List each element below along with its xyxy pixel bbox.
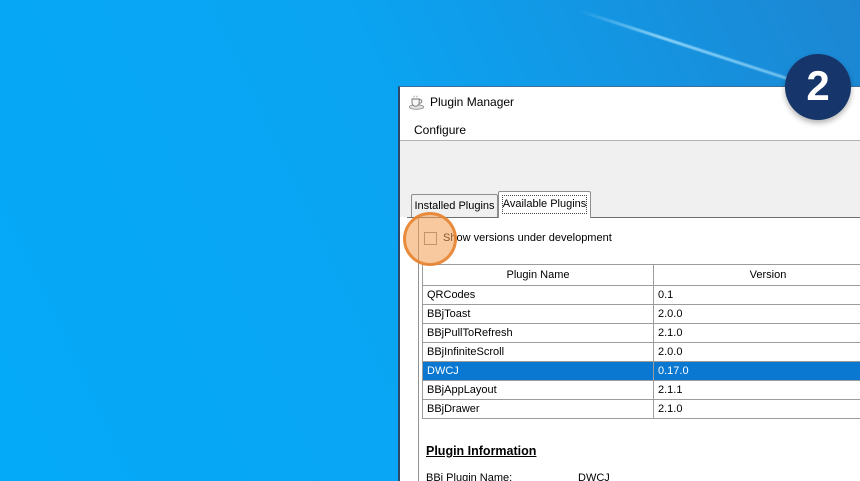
cell-version[interactable]: 2.1.0 <box>654 324 860 343</box>
plugin-name-field-value: DWCJ <box>578 472 610 481</box>
column-header-version[interactable]: Version <box>654 265 860 286</box>
cell-plugin-name[interactable]: QRCodes <box>423 286 654 305</box>
cell-plugin-name[interactable]: DWCJ <box>423 362 654 381</box>
table-header-row: Plugin Name Version <box>423 265 860 286</box>
cell-plugin-name[interactable]: BBjToast <box>423 305 654 324</box>
plugin-name-field-label: BBj Plugin Name: <box>426 472 512 481</box>
table-row[interactable]: BBjDrawer 2.1.0 <box>423 400 860 419</box>
desktop-background: Plugin Manager Configure Installed Plugi… <box>0 0 860 481</box>
window-title: Plugin Manager <box>430 95 514 109</box>
cell-plugin-name[interactable]: BBjInfiniteScroll <box>423 343 654 362</box>
table-row[interactable]: QRCodes 0.1 <box>423 286 860 305</box>
cell-plugin-name[interactable]: BBjDrawer <box>423 400 654 419</box>
tab-available-plugins-label: Available Plugins <box>503 198 587 210</box>
tab-pane-border-top <box>407 217 860 218</box>
tutorial-highlight-circle <box>403 212 457 266</box>
cell-version[interactable]: 2.0.0 <box>654 343 860 362</box>
plugin-manager-window: Plugin Manager Configure Installed Plugi… <box>398 86 860 481</box>
cell-version[interactable]: 2.0.0 <box>654 305 860 324</box>
table-row[interactable]: BBjInfiniteScroll 2.0.0 <box>423 343 860 362</box>
menu-configure[interactable]: Configure <box>411 122 469 138</box>
table-row[interactable]: BBjPullToRefresh 2.1.0 <box>423 324 860 343</box>
plugin-information-heading: Plugin Information <box>426 444 536 458</box>
tab-available-plugins[interactable]: Available Plugins <box>498 191 591 218</box>
table-row-selected[interactable]: DWCJ 0.17.0 <box>423 362 860 381</box>
cell-version[interactable]: 0.17.0 <box>654 362 860 381</box>
step-number-badge: 2 <box>785 54 851 120</box>
menu-bar: Configure <box>400 117 860 140</box>
cell-plugin-name[interactable]: BBjAppLayout <box>423 381 654 400</box>
cell-plugin-name[interactable]: BBjPullToRefresh <box>423 324 654 343</box>
table-row[interactable]: BBjAppLayout 2.1.1 <box>423 381 860 400</box>
cell-version[interactable]: 2.1.1 <box>654 381 860 400</box>
show-versions-label[interactable]: Show versions under development <box>443 232 612 245</box>
coffee-cup-icon <box>408 94 425 110</box>
column-header-plugin-name[interactable]: Plugin Name <box>423 265 654 286</box>
table-row[interactable]: BBjToast 2.0.0 <box>423 305 860 324</box>
available-plugins-table: Plugin Name Version QRCodes 0.1 BBjToast… <box>422 264 860 419</box>
cell-version[interactable]: 2.1.0 <box>654 400 860 419</box>
cell-version[interactable]: 0.1 <box>654 286 860 305</box>
